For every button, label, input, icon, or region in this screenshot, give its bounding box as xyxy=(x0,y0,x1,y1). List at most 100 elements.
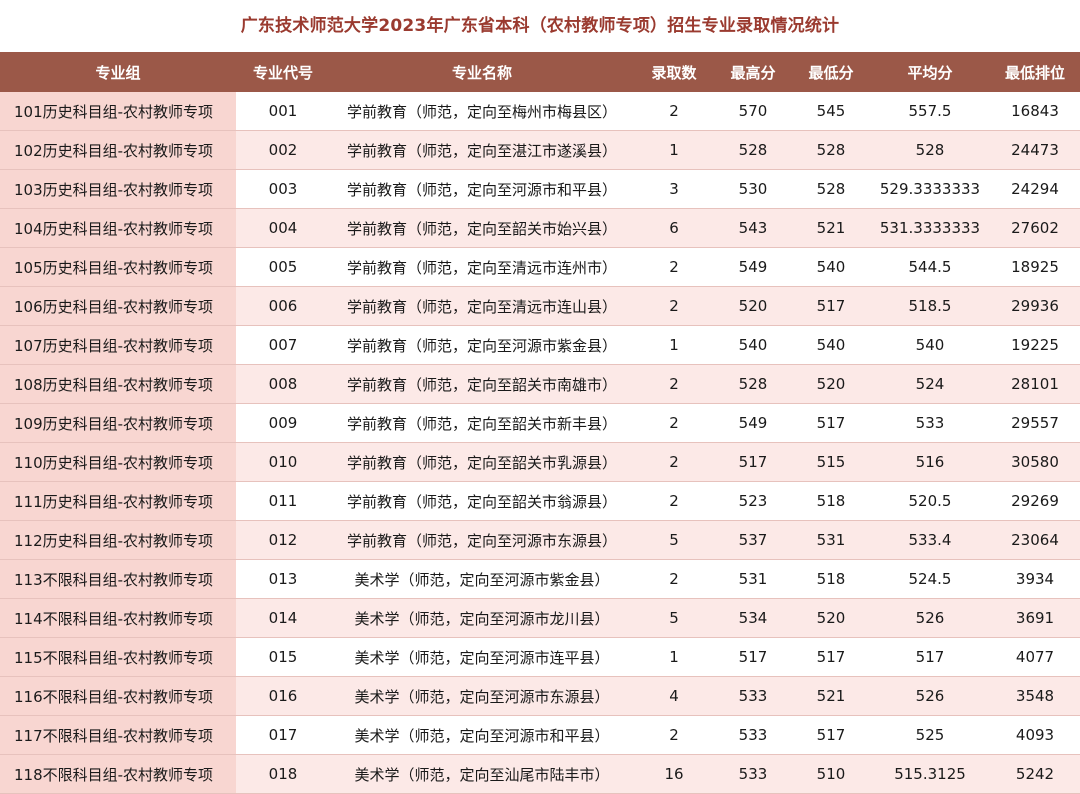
table-row: 113不限科目组-农村教师专项 013 美术学（师范，定向至河源市紫金县） 2 531 5… xyxy=(0,559,1080,599)
group-cell: 109历史科目组-农村教师专项 xyxy=(0,403,236,443)
min-rank-cell: 16843 xyxy=(990,92,1080,131)
min-rank-cell: 18925 xyxy=(990,247,1080,287)
column-header-major: 专业名称 xyxy=(330,52,634,92)
table-row: 114不限科目组-农村教师专项 014 美术学（师范，定向至河源市龙川县） 5 534 5… xyxy=(0,598,1080,638)
major-cell: 学前教育（师范，定向至韶关市南雄市） xyxy=(330,364,634,404)
min-rank-cell: 19225 xyxy=(990,325,1080,365)
avg-score-cell: 526 xyxy=(870,598,990,638)
table-row: 111历史科目组-农村教师专项 011 学前教育（师范，定向至韶关市翁源县） 2 523… xyxy=(0,481,1080,521)
admission-table: 专业组 专业代号 专业名称 录取数 最高分 最低分 平均分 最低排位 101历史… xyxy=(0,52,1080,794)
avg-score-cell: 524 xyxy=(870,364,990,404)
count-cell: 5 xyxy=(634,520,714,560)
min-score-cell: 528 xyxy=(792,130,870,170)
group-cell: 103历史科目组-农村教师专项 xyxy=(0,169,236,209)
max-score-cell: 537 xyxy=(714,520,792,560)
min-score-cell: 540 xyxy=(792,247,870,287)
major-cell: 学前教育（师范，定向至湛江市遂溪县） xyxy=(330,130,634,170)
code-cell: 013 xyxy=(236,559,330,599)
table-row: 102历史科目组-农村教师专项 002 学前教育（师范，定向至湛江市遂溪县） 1 528… xyxy=(0,130,1080,170)
group-cell: 113不限科目组-农村教师专项 xyxy=(0,559,236,599)
count-cell: 2 xyxy=(634,92,714,131)
max-score-cell: 520 xyxy=(714,286,792,326)
min-rank-cell: 4077 xyxy=(990,637,1080,677)
column-header-count: 录取数 xyxy=(634,52,714,92)
avg-score-cell: 531.3333333 xyxy=(870,208,990,248)
avg-score-cell: 533.4 xyxy=(870,520,990,560)
count-cell: 1 xyxy=(634,637,714,677)
major-cell: 学前教育（师范，定向至清远市连州市） xyxy=(330,247,634,287)
major-cell: 美术学（师范，定向至汕尾市陆丰市） xyxy=(330,754,634,794)
column-header-min-score: 最低分 xyxy=(792,52,870,92)
avg-score-cell: 517 xyxy=(870,637,990,677)
max-score-cell: 549 xyxy=(714,403,792,443)
count-cell: 1 xyxy=(634,325,714,365)
code-cell: 003 xyxy=(236,169,330,209)
avg-score-cell: 525 xyxy=(870,715,990,755)
major-cell: 学前教育（师范，定向至河源市东源县） xyxy=(330,520,634,560)
avg-score-cell: 515.3125 xyxy=(870,754,990,794)
count-cell: 16 xyxy=(634,754,714,794)
min-rank-cell: 24473 xyxy=(990,130,1080,170)
count-cell: 3 xyxy=(634,169,714,209)
group-cell: 118不限科目组-农村教师专项 xyxy=(0,754,236,794)
max-score-cell: 517 xyxy=(714,637,792,677)
group-cell: 116不限科目组-农村教师专项 xyxy=(0,676,236,716)
major-cell: 美术学（师范，定向至河源市连平县） xyxy=(330,637,634,677)
count-cell: 2 xyxy=(634,442,714,482)
code-cell: 004 xyxy=(236,208,330,248)
group-cell: 117不限科目组-农村教师专项 xyxy=(0,715,236,755)
avg-score-cell: 518.5 xyxy=(870,286,990,326)
min-rank-cell: 29269 xyxy=(990,481,1080,521)
min-score-cell: 515 xyxy=(792,442,870,482)
min-rank-cell: 3548 xyxy=(990,676,1080,716)
table-row: 108历史科目组-农村教师专项 008 学前教育（师范，定向至韶关市南雄市） 2 528… xyxy=(0,364,1080,404)
code-cell: 005 xyxy=(236,247,330,287)
group-cell: 114不限科目组-农村教师专项 xyxy=(0,598,236,638)
major-cell: 学前教育（师范，定向至河源市紫金县） xyxy=(330,325,634,365)
min-rank-cell: 3934 xyxy=(990,559,1080,599)
count-cell: 2 xyxy=(634,364,714,404)
code-cell: 012 xyxy=(236,520,330,560)
count-cell: 2 xyxy=(634,715,714,755)
major-cell: 学前教育（师范，定向至韶关市新丰县） xyxy=(330,403,634,443)
min-score-cell: 517 xyxy=(792,403,870,443)
min-score-cell: 528 xyxy=(792,169,870,209)
column-header-group: 专业组 xyxy=(0,52,236,92)
min-rank-cell: 24294 xyxy=(990,169,1080,209)
code-cell: 010 xyxy=(236,442,330,482)
group-cell: 104历史科目组-农村教师专项 xyxy=(0,208,236,248)
table-row: 109历史科目组-农村教师专项 009 学前教育（师范，定向至韶关市新丰县） 2 549… xyxy=(0,403,1080,443)
count-cell: 2 xyxy=(634,286,714,326)
min-score-cell: 517 xyxy=(792,637,870,677)
group-cell: 111历史科目组-农村教师专项 xyxy=(0,481,236,521)
max-score-cell: 540 xyxy=(714,325,792,365)
group-cell: 110历史科目组-农村教师专项 xyxy=(0,442,236,482)
min-score-cell: 540 xyxy=(792,325,870,365)
code-cell: 008 xyxy=(236,364,330,404)
min-rank-cell: 29557 xyxy=(990,403,1080,443)
max-score-cell: 517 xyxy=(714,442,792,482)
min-score-cell: 521 xyxy=(792,676,870,716)
max-score-cell: 533 xyxy=(714,676,792,716)
major-cell: 美术学（师范，定向至河源市龙川县） xyxy=(330,598,634,638)
max-score-cell: 533 xyxy=(714,754,792,794)
major-cell: 学前教育（师范，定向至韶关市始兴县） xyxy=(330,208,634,248)
group-cell: 115不限科目组-农村教师专项 xyxy=(0,637,236,677)
min-rank-cell: 4093 xyxy=(990,715,1080,755)
avg-score-cell: 557.5 xyxy=(870,92,990,131)
max-score-cell: 549 xyxy=(714,247,792,287)
count-cell: 2 xyxy=(634,559,714,599)
table-row: 103历史科目组-农村教师专项 003 学前教育（师范，定向至河源市和平县） 3 530… xyxy=(0,169,1080,209)
major-cell: 学前教育（师范，定向至清远市连山县） xyxy=(330,286,634,326)
min-rank-cell: 23064 xyxy=(990,520,1080,560)
code-cell: 006 xyxy=(236,286,330,326)
max-score-cell: 528 xyxy=(714,364,792,404)
major-cell: 学前教育（师范，定向至梅州市梅县区） xyxy=(330,92,634,131)
max-score-cell: 530 xyxy=(714,169,792,209)
group-cell: 105历史科目组-农村教师专项 xyxy=(0,247,236,287)
major-cell: 学前教育（师范，定向至河源市和平县） xyxy=(330,169,634,209)
min-score-cell: 520 xyxy=(792,598,870,638)
table-row: 110历史科目组-农村教师专项 010 学前教育（师范，定向至韶关市乳源县） 2 517… xyxy=(0,442,1080,482)
max-score-cell: 533 xyxy=(714,715,792,755)
group-cell: 102历史科目组-农村教师专项 xyxy=(0,130,236,170)
